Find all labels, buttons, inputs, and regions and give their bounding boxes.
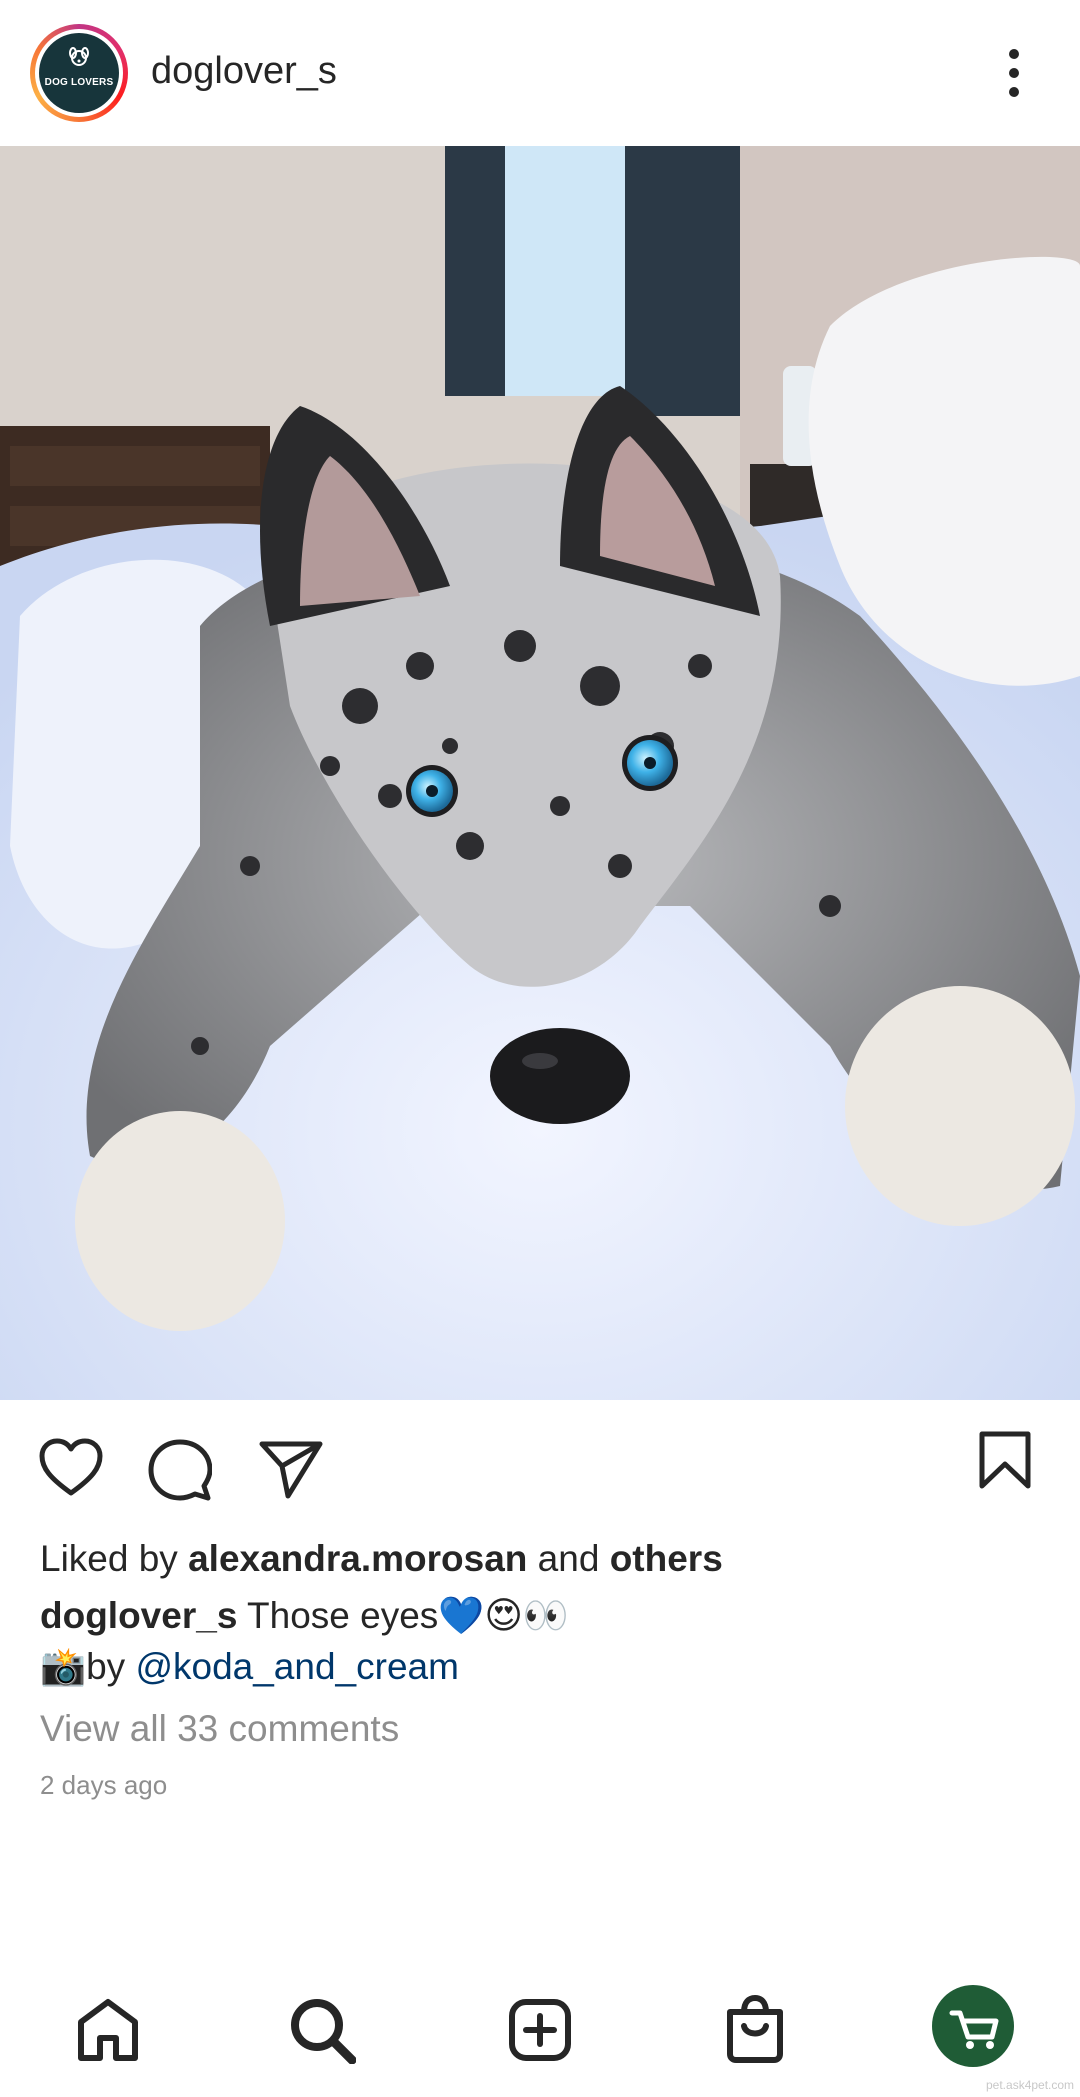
liked-by-user-link[interactable]: alexandra.morosan — [188, 1538, 527, 1579]
post-header: DOG LOVERS doglover_s — [0, 0, 1080, 146]
mention-link[interactable]: @koda_and_cream — [135, 1646, 458, 1687]
view-comments-link[interactable]: View all 33 comments — [40, 1708, 399, 1750]
send-icon[interactable] — [258, 1438, 324, 1500]
dog-photo-image — [0, 146, 1080, 1400]
comment-icon[interactable] — [148, 1438, 212, 1502]
search-icon[interactable] — [290, 1998, 356, 2064]
likes-line: Liked by alexandra.morosan and others — [40, 1538, 723, 1580]
profile-avatar[interactable] — [932, 1985, 1014, 2067]
shop-bag-icon[interactable] — [724, 1994, 786, 2064]
avatar[interactable]: DOG LOVERS — [30, 24, 128, 122]
post-photo[interactable] — [0, 146, 1080, 1400]
caption-text: Those eyes💙😍👀 — [237, 1595, 569, 1636]
home-icon[interactable] — [76, 1998, 140, 2062]
likes-middle: and — [527, 1538, 610, 1579]
caption-username[interactable]: doglover_s — [40, 1595, 237, 1636]
more-vertical-icon[interactable] — [1000, 46, 1028, 102]
avatar-logo-text: DOG LOVERS — [44, 77, 114, 88]
post-username[interactable]: doglover_s — [151, 50, 337, 93]
bookmark-icon[interactable] — [978, 1430, 1032, 1490]
add-post-icon[interactable] — [508, 1998, 572, 2062]
credit-prefix: 📸by — [40, 1646, 136, 1687]
liked-by-others-link[interactable]: others — [610, 1538, 723, 1579]
likes-prefix: Liked by — [40, 1538, 189, 1579]
dog-logo-icon — [69, 47, 89, 66]
heart-icon[interactable] — [38, 1438, 104, 1498]
photo-credit-line: 📸by @koda_and_cream — [40, 1646, 459, 1689]
profile-cart-icon — [949, 2010, 999, 2049]
caption-line: doglover_s Those eyes💙😍👀 — [40, 1594, 569, 1638]
post-timestamp: 2 days ago — [40, 1770, 168, 1800]
watermark-text: pet.ask4pet.com — [986, 2078, 1075, 2092]
